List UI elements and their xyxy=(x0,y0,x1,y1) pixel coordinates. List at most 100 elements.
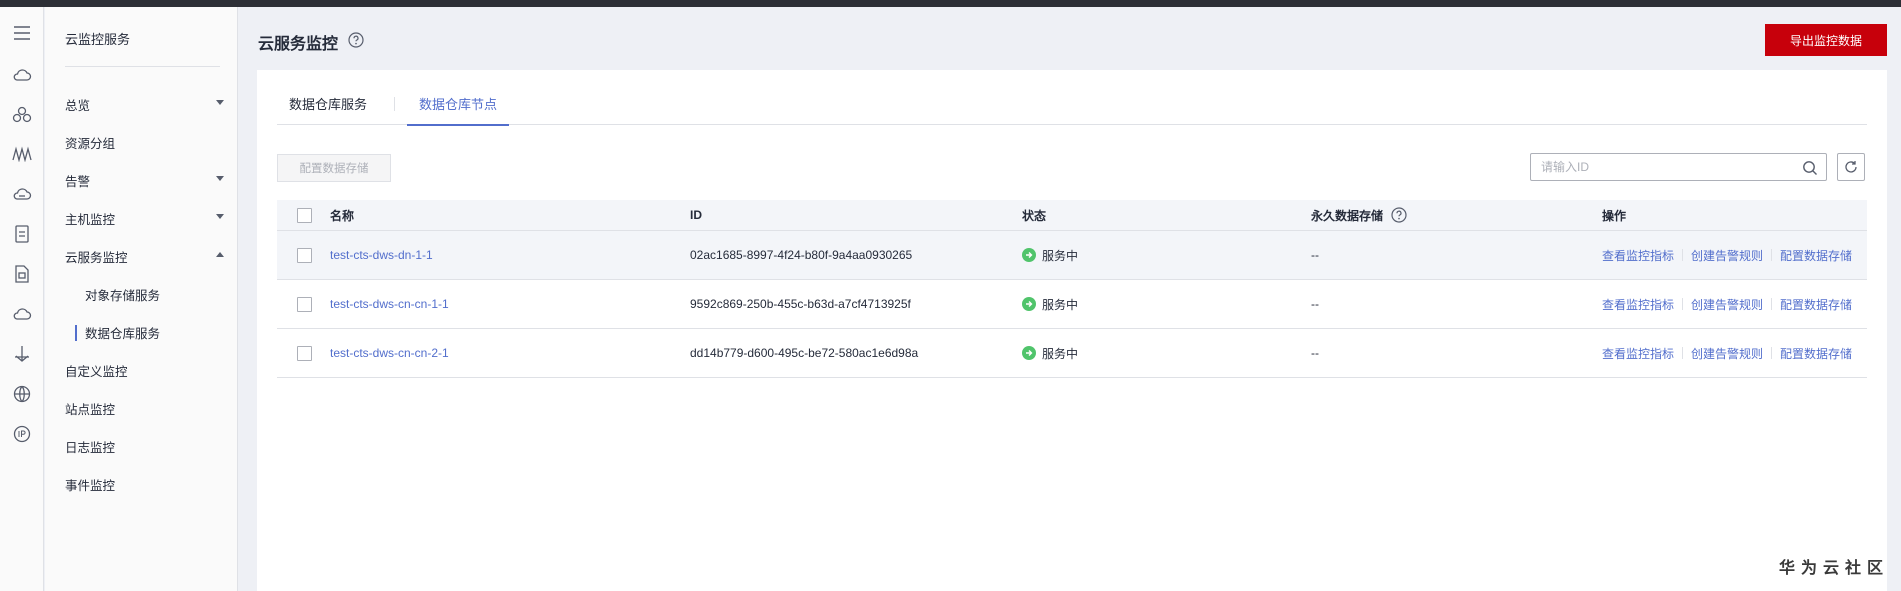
sidebar-item-label: 告警 xyxy=(65,174,91,189)
column-header-permanent-storage: 永久数据存储 xyxy=(1311,200,1407,230)
tab-separator xyxy=(394,97,395,111)
sidebar-item-label: 总览 xyxy=(65,98,91,113)
sidebar-item-overview[interactable]: 总览 xyxy=(45,89,238,119)
node-status: 服务中 xyxy=(1022,231,1078,279)
search-icon[interactable] xyxy=(1802,160,1818,176)
sidebar-item-label: 日志监控 xyxy=(65,440,116,455)
configure-storage-link[interactable]: 配置数据存储 xyxy=(1780,345,1852,362)
sidebar-item-log-monitoring[interactable]: 日志监控 xyxy=(45,431,238,461)
tab-data-warehouse-service[interactable]: 数据仓库服务 xyxy=(277,94,379,125)
node-name-link[interactable]: test-cts-dws-cn-cn-1-1 xyxy=(330,280,449,328)
page-title: 云服务监控 xyxy=(258,36,339,53)
status-label: 服务中 xyxy=(1042,346,1079,361)
cloud-db-icon[interactable] xyxy=(0,180,44,208)
menu-icon[interactable] xyxy=(0,19,44,47)
sidebar-item-cloud-service-monitoring[interactable]: 云服务监控 xyxy=(45,241,238,271)
export-monitoring-data-button[interactable]: 导出监控数据 xyxy=(1765,24,1887,56)
row-actions: 查看监控指标 创建告警规则 配置数据存储 xyxy=(1602,329,1852,377)
anchor-icon[interactable] xyxy=(0,340,44,368)
column-header-label: 永久数据存储 xyxy=(1311,208,1384,223)
search-box xyxy=(1530,153,1827,181)
icon-rail xyxy=(0,7,44,591)
action-separator xyxy=(1771,298,1773,310)
create-alarm-rule-link[interactable]: 创建告警规则 xyxy=(1691,247,1763,264)
search-input[interactable] xyxy=(1531,154,1791,180)
sidebar-item-label: 对象存储服务 xyxy=(85,288,161,303)
permanent-storage-value: -- xyxy=(1311,248,1319,262)
view-metrics-link[interactable]: 查看监控指标 xyxy=(1602,247,1674,264)
row-checkbox[interactable] xyxy=(297,346,312,361)
action-separator xyxy=(1682,298,1684,310)
sidebar-item-object-storage[interactable]: 对象存储服务 xyxy=(45,279,238,309)
column-header-actions: 操作 xyxy=(1602,208,1627,223)
document-icon[interactable] xyxy=(0,220,44,248)
table-row: test-cts-dws-cn-cn-2-1 dd14b779-d600-495… xyxy=(277,329,1867,378)
cluster-icon[interactable] xyxy=(0,101,44,129)
sidebar-item-data-warehouse[interactable]: 数据仓库服务 xyxy=(45,317,238,347)
table-row: test-cts-dws-cn-cn-1-1 9592c869-250b-455… xyxy=(277,280,1867,329)
permanent-storage-value: -- xyxy=(1311,346,1319,360)
row-checkbox[interactable] xyxy=(297,297,312,312)
sidebar-item-label: 数据仓库服务 xyxy=(85,326,161,341)
action-separator xyxy=(1771,249,1773,261)
action-separator xyxy=(1682,249,1684,261)
node-status: 服务中 xyxy=(1022,280,1078,328)
globe-icon[interactable] xyxy=(0,380,44,408)
ip-icon[interactable] xyxy=(0,420,44,448)
row-actions: 查看监控指标 创建告警规则 配置数据存储 xyxy=(1602,231,1852,279)
node-id: 9592c869-250b-455c-b63d-a7cf4713925f xyxy=(690,297,911,311)
node-name-link[interactable]: test-cts-dws-dn-1-1 xyxy=(330,231,433,279)
view-metrics-link[interactable]: 查看监控指标 xyxy=(1602,345,1674,362)
node-status: 服务中 xyxy=(1022,329,1078,377)
sidebar-item-resource-groups[interactable]: 资源分组 xyxy=(45,127,238,157)
help-icon[interactable] xyxy=(1391,207,1407,223)
chevron-down-icon xyxy=(216,176,224,181)
cloud-outline-icon[interactable] xyxy=(0,300,44,328)
sidebar-title: 云监控服务 xyxy=(65,32,131,47)
view-metrics-link[interactable]: 查看监控指标 xyxy=(1602,296,1674,313)
column-header-status: 状态 xyxy=(1022,208,1047,223)
sidebar-item-host-monitoring[interactable]: 主机监控 xyxy=(45,203,238,233)
file-box-icon[interactable] xyxy=(0,260,44,288)
help-icon[interactable] xyxy=(348,32,364,48)
top-bar xyxy=(0,0,1901,7)
sidebar-item-site-monitoring[interactable]: 站点监控 xyxy=(45,393,238,423)
action-separator xyxy=(1771,347,1773,359)
waveform-icon[interactable] xyxy=(0,140,44,168)
column-header-name: 名称 xyxy=(330,208,355,223)
status-label: 服务中 xyxy=(1042,297,1079,312)
tab-label: 数据仓库服务 xyxy=(289,97,368,112)
select-all-checkbox[interactable] xyxy=(297,208,312,223)
cloud-icon[interactable] xyxy=(0,61,44,89)
sidebar-item-event-monitoring[interactable]: 事件监控 xyxy=(45,469,238,499)
tab-label: 数据仓库节点 xyxy=(419,97,498,112)
configure-storage-link[interactable]: 配置数据存储 xyxy=(1780,247,1852,264)
column-header-id: ID xyxy=(690,208,702,222)
node-id: dd14b779-d600-495c-be72-580ac1e6d98a xyxy=(690,346,919,360)
row-actions: 查看监控指标 创建告警规则 配置数据存储 xyxy=(1602,280,1852,328)
sidebar-divider xyxy=(65,66,220,67)
table-header: 名称 ID 状态 永久数据存储 操作 xyxy=(277,200,1867,231)
node-name-link[interactable]: test-cts-dws-cn-cn-2-1 xyxy=(330,329,449,377)
chevron-down-icon xyxy=(216,100,224,105)
sidebar-item-label: 自定义监控 xyxy=(65,364,128,379)
action-separator xyxy=(1682,347,1684,359)
sidebar-item-alarms[interactable]: 告警 xyxy=(45,165,238,195)
create-alarm-rule-link[interactable]: 创建告警规则 xyxy=(1691,296,1763,313)
chevron-down-icon xyxy=(216,214,224,219)
configure-storage-link[interactable]: 配置数据存储 xyxy=(1780,296,1852,313)
sidebar-item-label: 主机监控 xyxy=(65,212,116,227)
row-checkbox[interactable] xyxy=(297,248,312,263)
sidebar-item-label: 站点监控 xyxy=(65,402,116,417)
configure-data-storage-button[interactable]: 配置数据存储 xyxy=(277,154,391,182)
permanent-storage-value: -- xyxy=(1311,297,1319,311)
sidebar-item-label: 云服务监控 xyxy=(65,250,128,265)
refresh-icon xyxy=(1845,161,1857,173)
refresh-button[interactable] xyxy=(1837,153,1865,181)
main-card: 数据仓库服务 数据仓库节点 配置数据存储 名称 ID 状态 永久数据存储 xyxy=(257,70,1887,591)
table-row: test-cts-dws-dn-1-1 02ac1685-8997-4f24-b… xyxy=(277,231,1867,280)
sidebar-item-custom-monitoring[interactable]: 自定义监控 xyxy=(45,355,238,385)
tab-data-warehouse-node[interactable]: 数据仓库节点 xyxy=(407,94,510,126)
create-alarm-rule-link[interactable]: 创建告警规则 xyxy=(1691,345,1763,362)
tab-bar: 数据仓库服务 数据仓库节点 xyxy=(277,94,1867,126)
